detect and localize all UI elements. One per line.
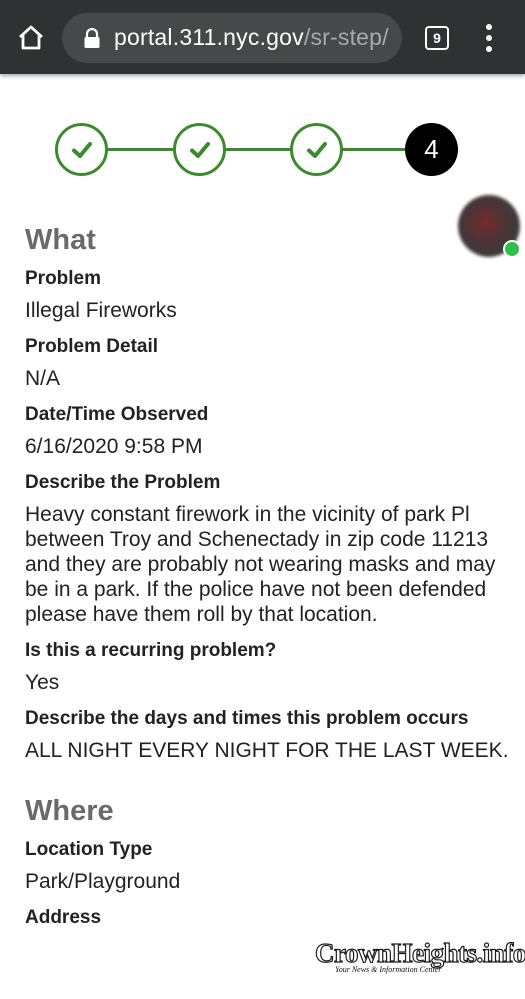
- field-value-recurring: Yes: [25, 671, 60, 694]
- field-value-date-time: 6/16/2020 9:58 PM: [25, 435, 203, 458]
- field-value-problem-detail: N/A: [25, 367, 61, 390]
- field-label-problem: Problem: [25, 268, 102, 289]
- field-label-problem-detail: Problem Detail: [25, 336, 159, 357]
- section-title-what: What: [25, 224, 96, 256]
- tab-switcher-button[interactable]: 9: [425, 26, 449, 50]
- url-path: /sr-step/: [303, 24, 389, 50]
- field-label-address: Address: [25, 907, 102, 928]
- overflow-menu-icon[interactable]: [481, 24, 497, 52]
- field-value-problem: Illegal Fireworks: [25, 299, 177, 322]
- step-connector: [107, 148, 173, 151]
- step-4-current: 4: [405, 123, 458, 176]
- progress-stepper: 4: [55, 123, 459, 177]
- field-label-location-type: Location Type: [25, 839, 153, 860]
- field-label-description: Describe the Problem: [25, 472, 221, 493]
- checkmark-icon: [189, 141, 210, 158]
- address-bar[interactable]: portal.311.nyc.gov/sr-step/: [62, 13, 402, 63]
- field-label-days-times: Describe the days and times this problem…: [25, 708, 469, 729]
- checkmark-icon: [306, 141, 327, 158]
- step-connector: [225, 148, 290, 151]
- lock-icon: [84, 27, 100, 48]
- field-value-description: Heavy constant firework in the vicinity …: [25, 503, 496, 626]
- step-1-complete: [55, 123, 108, 176]
- field-value-location-type: Park/Playground: [25, 870, 181, 893]
- checkmark-icon: [71, 141, 92, 158]
- step-3-complete: [290, 123, 343, 176]
- url-host: portal.311.nyc.gov: [114, 24, 304, 50]
- watermark-tagline: Your News & Information Center: [335, 965, 442, 974]
- field-value-days-times: ALL NIGHT EVERY NIGHT FOR THE LAST WEEK.: [25, 739, 509, 762]
- site-watermark-logo: CrownHeights.info Your News & Informatio…: [314, 937, 525, 980]
- url-text: portal.311.nyc.gov/sr-step/: [114, 24, 389, 51]
- field-label-date-time: Date/Time Observed: [25, 404, 209, 425]
- request-summary: What Problem Illegal Fireworks Problem D…: [25, 220, 515, 931]
- section-title-where: Where: [25, 795, 114, 827]
- step-2-complete: [173, 123, 226, 176]
- browser-toolbar: portal.311.nyc.gov/sr-step/ 9: [0, 0, 525, 74]
- home-icon[interactable]: [16, 22, 46, 52]
- step-connector: [342, 148, 406, 151]
- field-label-recurring: Is this a recurring problem?: [25, 640, 277, 661]
